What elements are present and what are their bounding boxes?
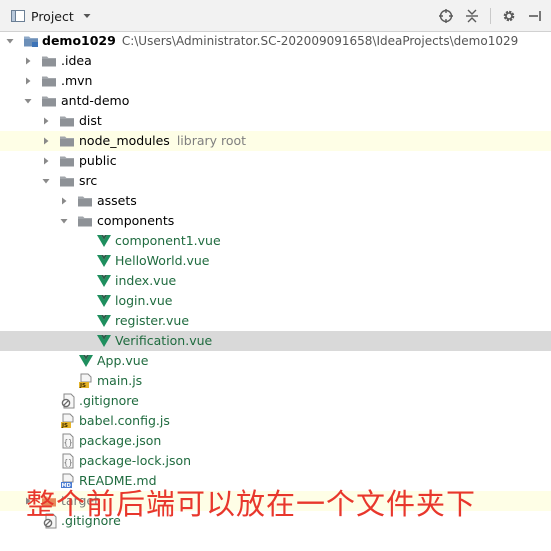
tree-row-main-js[interactable]: main.js	[0, 371, 551, 391]
tree-row-app-vue[interactable]: App.vue	[0, 351, 551, 371]
tree-label: main.js	[97, 373, 143, 388]
module-folder-icon	[23, 33, 39, 49]
tree-row-node-modules[interactable]: node_modules library root	[0, 131, 551, 151]
folder-icon	[41, 53, 57, 69]
folder-icon	[59, 173, 75, 189]
tree-row-mvn[interactable]: .mvn	[0, 71, 551, 91]
json-file-icon	[60, 433, 76, 449]
vue-file-icon	[96, 273, 112, 289]
tree-row-components[interactable]: components	[0, 211, 551, 231]
tree-row-package-lock[interactable]: package-lock.json	[0, 451, 551, 471]
root-name: demo1029	[42, 33, 116, 48]
tree-row-idea[interactable]: .idea	[0, 51, 551, 71]
project-view-title: Project	[31, 8, 74, 24]
expand-arrow-icon[interactable]	[41, 111, 51, 131]
vue-file-icon	[78, 353, 94, 369]
folder-icon	[77, 213, 93, 229]
tree-label: .gitignore	[79, 393, 139, 408]
tree-row-gitignore[interactable]: .gitignore	[0, 391, 551, 411]
collapse-arrow-icon[interactable]	[5, 31, 15, 51]
tree-row-vue-file[interactable]: login.vue	[0, 291, 551, 311]
annotation-caption: 整个前后端可以放在一个文件夹下	[26, 487, 477, 521]
expand-arrow-icon[interactable]	[23, 51, 33, 71]
library-root-hint: library root	[176, 133, 247, 148]
project-view-icon	[10, 8, 26, 24]
folder-icon	[59, 113, 75, 129]
folder-icon	[59, 153, 75, 169]
tree-row-assets[interactable]: assets	[0, 191, 551, 211]
tree-label: component1.vue	[115, 233, 221, 248]
tree-row-vue-file[interactable]: register.vue	[0, 311, 551, 331]
tree-label: App.vue	[97, 353, 149, 368]
chevron-down-icon	[82, 8, 94, 24]
expand-arrow-icon[interactable]	[23, 71, 33, 91]
tree-label: babel.config.js	[79, 413, 170, 428]
collapse-icon[interactable]	[464, 8, 480, 24]
tree-label: assets	[97, 193, 137, 208]
collapse-arrow-icon[interactable]	[41, 171, 51, 191]
gitignore-file-icon	[60, 393, 76, 409]
vue-file-icon	[96, 333, 112, 349]
tree-row-root[interactable]: demo1029 C:\Users\Administrator.SC-202009…	[0, 31, 551, 51]
expand-arrow-icon[interactable]	[41, 151, 51, 171]
tree-label: src	[79, 173, 98, 188]
settings-gear-icon[interactable]	[501, 8, 517, 24]
tree-row-vue-file[interactable]: HelloWorld.vue	[0, 251, 551, 271]
expand-arrow-icon[interactable]	[41, 131, 51, 151]
locate-icon[interactable]	[438, 8, 454, 24]
tree-label: index.vue	[115, 273, 177, 288]
toolbar-separator	[490, 8, 491, 24]
vue-file-icon	[96, 233, 112, 249]
root-path: C:\Users\Administrator.SC-202009091658\I…	[121, 34, 519, 48]
tree-label: dist	[79, 113, 102, 128]
tree-label: login.vue	[115, 293, 173, 308]
project-toolbar: Project	[0, 0, 551, 32]
vue-file-icon	[96, 253, 112, 269]
tree-row-dist[interactable]: dist	[0, 111, 551, 131]
tree-label: components	[97, 213, 175, 228]
project-tree: demo1029 C:\Users\Administrator.SC-202009…	[0, 31, 551, 531]
json-file-icon	[60, 453, 76, 469]
folder-icon	[59, 133, 75, 149]
tree-row-vue-file[interactable]: index.vue	[0, 271, 551, 291]
tree-label: antd-demo	[61, 93, 130, 108]
expand-arrow-icon[interactable]	[59, 191, 69, 211]
tree-label: .mvn	[61, 73, 93, 88]
tree-row-antd-demo[interactable]: antd-demo	[0, 91, 551, 111]
collapse-arrow-icon[interactable]	[23, 91, 33, 111]
tree-label: HelloWorld.vue	[115, 253, 210, 268]
tree-label: package.json	[79, 433, 162, 448]
tree-row-babel-config[interactable]: babel.config.js	[0, 411, 551, 431]
tree-row-package-json[interactable]: package.json	[0, 431, 551, 451]
vue-file-icon	[96, 313, 112, 329]
tree-label: package-lock.json	[79, 453, 192, 468]
js-file-icon	[60, 413, 76, 429]
tree-row-vue-file[interactable]: component1.vue	[0, 231, 551, 251]
hide-panel-icon[interactable]	[527, 8, 543, 24]
vue-file-icon	[96, 293, 112, 309]
tree-label: node_modules	[79, 133, 170, 148]
folder-icon	[41, 73, 57, 89]
tree-row-vue-file-selected[interactable]: Verification.vue	[0, 331, 551, 351]
tree-label: .idea	[61, 53, 92, 68]
tree-label: Verification.vue	[115, 333, 213, 348]
tree-label: register.vue	[115, 313, 190, 328]
folder-icon	[77, 193, 93, 209]
tree-row-src[interactable]: src	[0, 171, 551, 191]
tree-row-public[interactable]: public	[0, 151, 551, 171]
collapse-arrow-icon[interactable]	[59, 211, 69, 231]
folder-icon	[41, 93, 57, 109]
js-file-icon	[78, 373, 94, 389]
project-view-selector[interactable]: Project	[10, 8, 94, 24]
tree-label: public	[79, 153, 117, 168]
